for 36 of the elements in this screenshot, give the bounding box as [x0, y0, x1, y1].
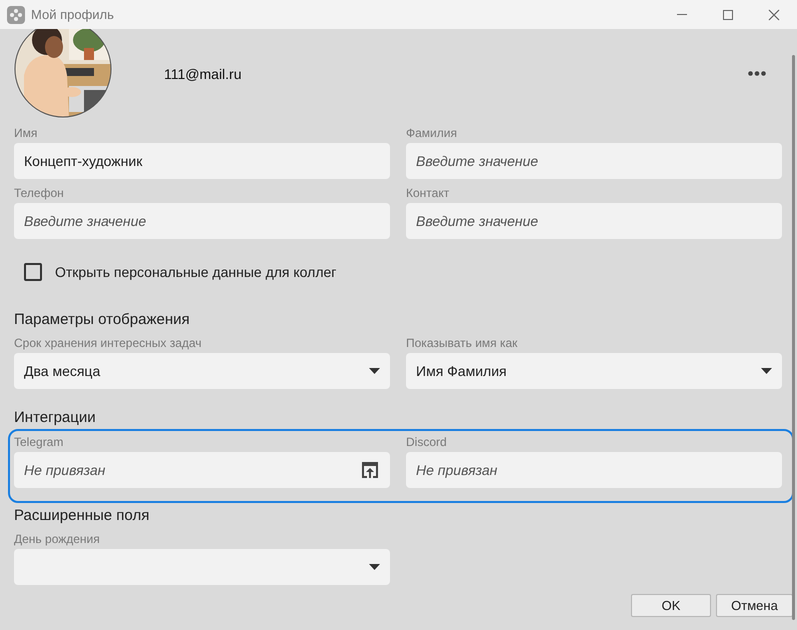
ok-button[interactable]: OK	[631, 594, 711, 617]
window-title: Мой профиль	[31, 7, 114, 22]
close-icon[interactable]	[768, 8, 780, 20]
caret-icon	[369, 368, 380, 374]
select-field[interactable]: Два месяца	[14, 353, 390, 389]
text-field[interactable]: Не привязан	[406, 452, 782, 488]
checkbox-label: Открыть персональные данные для коллег	[55, 264, 336, 280]
caret-icon	[761, 368, 772, 374]
field-label: Имя	[14, 125, 38, 141]
scrollbar[interactable]	[792, 55, 795, 620]
section-heading: Параметры отображения	[14, 310, 191, 330]
text-field[interactable]: Введите значение	[14, 203, 390, 239]
caret-icon	[369, 564, 380, 570]
field-label: Фамилия	[406, 125, 458, 141]
maximize-icon[interactable]	[723, 10, 733, 20]
field-label: Срок хранения интересных задач	[14, 335, 203, 351]
link-field[interactable]: Не привязан	[14, 452, 390, 488]
field-label: Telegram	[14, 434, 64, 450]
more-icon[interactable]	[748, 71, 766, 76]
field-label: Телефон	[14, 185, 65, 201]
field-label: Показывать имя как	[406, 335, 518, 351]
text-field[interactable]: Введите значение	[406, 143, 782, 179]
text-field[interactable]: Введите значение	[406, 203, 782, 239]
section-heading: Интеграции	[14, 408, 97, 428]
upload-icon[interactable]	[360, 460, 380, 480]
select-field[interactable]: Имя Фамилия	[406, 353, 782, 389]
cancel-button[interactable]: Отмена	[716, 594, 793, 617]
user-email: 111@mail.ru	[164, 66, 242, 82]
checkbox[interactable]	[24, 263, 42, 281]
field-label: Контакт	[406, 185, 450, 201]
field-label: День рождения	[14, 531, 101, 547]
app-icon	[7, 6, 25, 24]
text-field[interactable]: Концепт-художник	[14, 143, 390, 179]
field-label: Discord	[406, 434, 448, 450]
section-heading: Расширенные поля	[14, 506, 150, 526]
select-field[interactable]	[14, 549, 390, 585]
